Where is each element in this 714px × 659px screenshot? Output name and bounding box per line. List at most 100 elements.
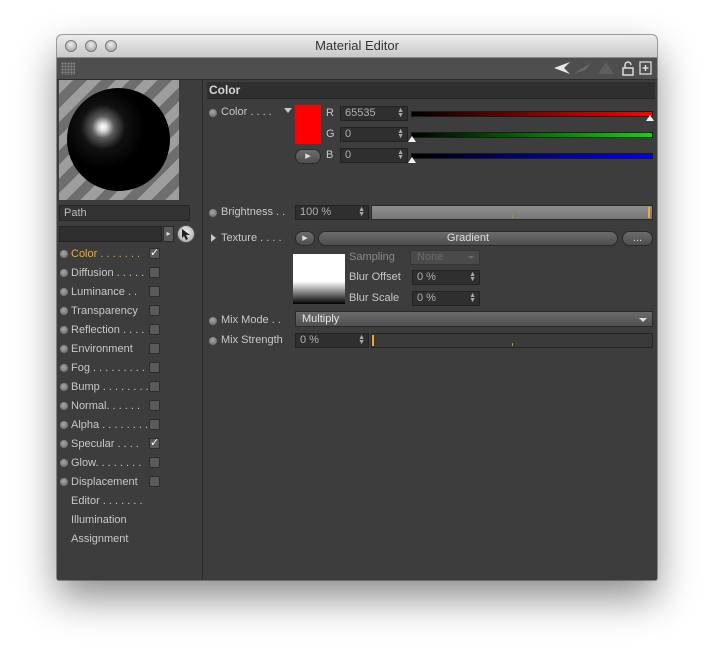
channel-checkbox[interactable] [149,362,160,373]
channel-dot-icon[interactable] [60,326,68,334]
channel-dot-icon[interactable] [60,421,68,429]
channel-label[interactable]: Environment [71,343,133,355]
channel-dot-icon[interactable] [60,383,68,391]
illumination-item[interactable]: Illumination [71,514,127,526]
spinner-icon[interactable]: ▲ ▼ [397,128,404,140]
channel-checkbox[interactable] [149,400,160,411]
texture-expand-arrow-icon[interactable] [211,234,216,242]
path-expand-arrow-icon[interactable]: ▸ [163,226,174,242]
channel-bump[interactable]: Bump . . . . . . . . [57,378,202,397]
path-input[interactable] [59,226,162,242]
grip-icon[interactable] [61,62,75,75]
spinner-icon[interactable]: ▲ ▼ [469,292,476,304]
channel-environment[interactable]: Environment [57,340,202,359]
channel-checkbox[interactable] [149,286,160,297]
mix-mode-anim-dot-icon[interactable] [209,317,217,325]
mix-mode-dropdown[interactable]: Multiply [295,311,653,327]
channel-dot-icon[interactable] [60,478,68,486]
channel-dot-icon[interactable] [60,307,68,315]
r-value-field[interactable]: 65535 ▲ ▼ [340,106,408,121]
r-slider-handle-icon[interactable] [646,115,654,121]
texture-menu-button[interactable]: ▸ [295,231,315,246]
color-swatch[interactable] [295,105,321,144]
channel-dot-icon[interactable] [60,345,68,353]
new-window-icon[interactable] [639,61,652,75]
blur-scale-field[interactable]: 0 % ▲ ▼ [412,291,480,306]
channel-checkbox[interactable]: ✓ [149,248,160,259]
editor-item[interactable]: Editor . . . . . . . [71,495,143,507]
channel-specular[interactable]: Specular . . . . ✓ [57,435,202,454]
spinner-icon[interactable]: ▲ ▼ [358,334,365,346]
channel-color[interactable]: Color . . . . . . . ✓ [57,245,202,264]
back-arrow-icon[interactable] [553,61,571,75]
brightness-anim-dot-icon[interactable] [209,209,217,217]
channel-dot-icon[interactable] [60,459,68,467]
color-menu-arrow-icon[interactable] [284,108,292,113]
channel-dot-icon[interactable] [60,250,68,258]
channel-diffusion[interactable]: Diffusion . . . . . [57,264,202,283]
color-anim-dot-icon[interactable] [209,109,217,117]
channel-dot-icon[interactable] [60,364,68,372]
brightness-slider[interactable] [371,205,653,220]
channel-displacement[interactable]: Displacement [57,473,202,492]
b-slider-handle-icon[interactable] [408,157,416,163]
material-preview[interactable] [59,80,179,200]
spinner-icon[interactable]: ▲ ▼ [358,206,365,218]
channel-checkbox[interactable] [149,343,160,354]
channel-dot-icon[interactable] [60,269,68,277]
channel-checkbox[interactable] [149,457,160,468]
color-options-button[interactable]: ▸ [295,149,321,164]
channel-fog[interactable]: Fog . . . . . . . . . [57,359,202,378]
channel-luminance[interactable]: Luminance . . [57,283,202,302]
mix-strength-slider-handle[interactable] [372,335,374,346]
channel-label[interactable]: Fog . . . . . . . . . [71,362,145,374]
forward-arrow-icon[interactable] [571,61,593,75]
g-slider-handle-icon[interactable] [408,136,416,142]
texture-more-button[interactable]: ... [622,231,653,246]
channel-label[interactable]: Glow. . . . . . . . [71,457,141,469]
channel-label[interactable]: Reflection . . . . [71,324,144,336]
mix-strength-value-field[interactable]: 0 % ▲ ▼ [295,333,369,348]
channel-glow[interactable]: Glow. . . . . . . . [57,454,202,473]
brightness-slider-handle[interactable] [648,207,650,218]
mix-strength-slider[interactable] [371,333,653,348]
r-slider[interactable] [411,111,653,117]
channel-label[interactable]: Specular . . . . [71,438,139,450]
channel-dot-icon[interactable] [60,288,68,296]
spinner-icon[interactable]: ▲ ▼ [397,107,404,119]
b-slider[interactable] [411,153,653,159]
channel-checkbox[interactable] [149,267,160,278]
channel-label[interactable]: Bump . . . . . . . . [71,381,149,393]
up-arrow-icon[interactable] [597,61,615,75]
texture-preview[interactable] [293,254,345,304]
channel-label[interactable]: Displacement [71,476,138,488]
unlock-icon[interactable] [622,61,634,76]
spinner-icon[interactable]: ▲ ▼ [469,271,476,283]
channel-checkbox[interactable] [149,305,160,316]
channel-dot-icon[interactable] [60,402,68,410]
channel-alpha[interactable]: Alpha . . . . . . . . [57,416,202,435]
blur-offset-field[interactable]: 0 % ▲ ▼ [412,270,480,285]
channel-transparency[interactable]: Transparency [57,302,202,321]
channel-dot-icon[interactable] [60,440,68,448]
texture-gradient-button[interactable]: Gradient [318,231,618,246]
channel-label[interactable]: Transparency [71,305,138,317]
b-value-field[interactable]: 0 ▲ ▼ [340,148,408,163]
channel-label[interactable]: Diffusion . . . . . [71,267,144,279]
channel-checkbox[interactable] [149,324,160,335]
spinner-icon[interactable]: ▲ ▼ [397,149,404,161]
channel-label[interactable]: Color . . . . . . . [71,248,140,260]
channel-checkbox[interactable] [149,381,160,392]
channel-reflection[interactable]: Reflection . . . . [57,321,202,340]
pick-object-button[interactable] [177,225,195,243]
channel-normal[interactable]: Normal. . . . . . [57,397,202,416]
channel-label[interactable]: Alpha . . . . . . . . [71,419,148,431]
channel-label[interactable]: Normal. . . . . . [71,400,140,412]
assignment-item[interactable]: Assignment [71,533,128,545]
channel-checkbox[interactable] [149,419,160,430]
channel-checkbox[interactable] [149,476,160,487]
g-value-field[interactable]: 0 ▲ ▼ [340,127,408,142]
mix-strength-anim-dot-icon[interactable] [209,337,217,345]
channel-label[interactable]: Luminance . . [71,286,137,298]
g-slider[interactable] [411,132,653,138]
